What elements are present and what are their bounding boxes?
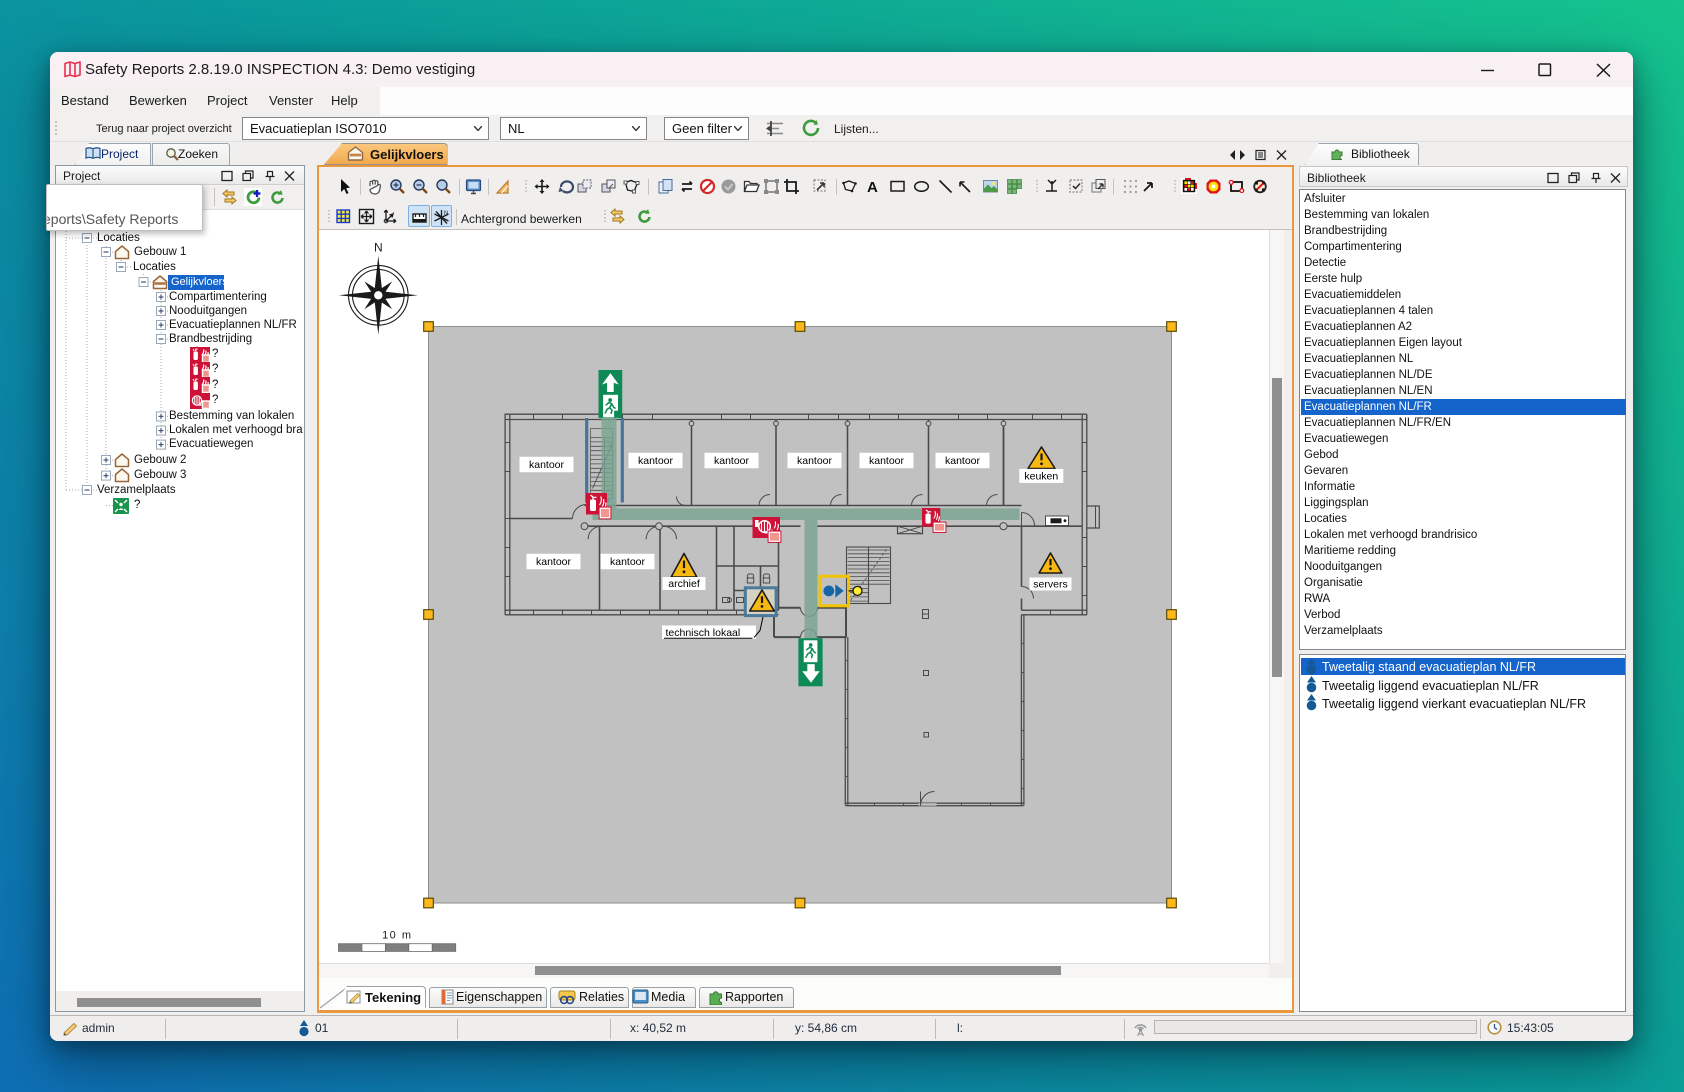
svg-text:servers: servers xyxy=(1033,578,1067,590)
svg-text:keuken: keuken xyxy=(1024,470,1058,482)
svg-text:kantoor: kantoor xyxy=(535,556,571,568)
svg-text:kantoor: kantoor xyxy=(637,455,673,467)
svg-text:archief: archief xyxy=(668,578,700,590)
svg-text:kantoor: kantoor xyxy=(713,455,749,467)
svg-text:kantoor: kantoor xyxy=(868,455,904,467)
svg-text:N: N xyxy=(444,211,448,217)
svg-text:10 m: 10 m xyxy=(382,929,412,941)
svg-text:N: N xyxy=(373,240,382,254)
svg-text:kantoor: kantoor xyxy=(796,455,832,467)
svg-text:kantoor: kantoor xyxy=(944,455,980,467)
svg-text:technisch lokaal: technisch lokaal xyxy=(665,627,740,639)
svg-text:kantoor: kantoor xyxy=(528,459,564,471)
svg-text:kantoor: kantoor xyxy=(609,556,645,568)
